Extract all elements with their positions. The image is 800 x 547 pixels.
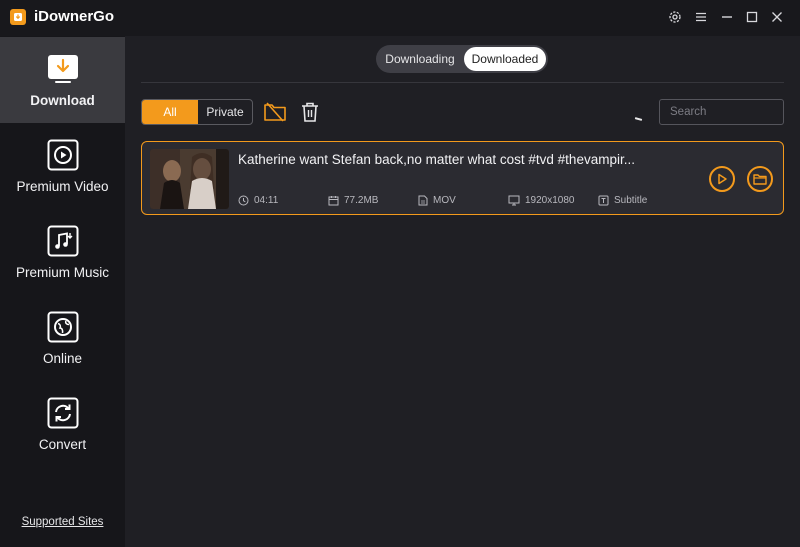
download-status-toggle: Downloading Downloaded (376, 45, 548, 73)
video-thumbnail (150, 149, 229, 209)
sidebar-item-convert[interactable]: Convert (0, 381, 125, 467)
duration-value: 04:11 (254, 195, 279, 206)
play-button[interactable] (709, 166, 735, 192)
folder-icon (753, 174, 767, 185)
filter-all-button[interactable]: All (142, 100, 198, 124)
resolution-value: 1920x1080 (525, 195, 575, 206)
sidebar-item-label: Premium Music (15, 265, 109, 280)
clock-icon (238, 195, 249, 206)
play-icon (47, 139, 79, 171)
sidebar: Download Premium Video Premium Music Onl… (0, 36, 125, 547)
music-icon (47, 225, 79, 257)
trash-icon[interactable] (298, 100, 322, 124)
format-value: MOV (433, 195, 456, 206)
sidebar-item-label: Premium Video (16, 179, 109, 194)
supported-sites-link[interactable]: Supported Sites (0, 516, 125, 528)
divider (141, 82, 784, 83)
sidebar-item-label: Convert (38, 437, 87, 452)
file-icon (418, 195, 428, 206)
monitor-icon (508, 195, 520, 206)
filter-toggle: All Private (141, 99, 253, 125)
sidebar-item-label: Online (42, 351, 83, 366)
refresh-icon (47, 397, 79, 429)
minimize-icon[interactable] (718, 8, 736, 26)
tab-downloaded[interactable]: Downloaded (464, 47, 546, 71)
close-icon[interactable] (768, 8, 786, 26)
format-meta: MOV (418, 195, 456, 206)
subtitle-icon (598, 195, 609, 206)
size-meta: 77.2MB (328, 195, 378, 206)
tab-downloading[interactable]: Downloading (378, 47, 462, 71)
download-title: Katherine want Stefan back,no matter wha… (238, 152, 635, 167)
subtitle-meta: Subtitle (598, 195, 647, 206)
download-item-card[interactable]: Katherine want Stefan back,no matter wha… (141, 141, 784, 215)
title-bar: iDownerGo (0, 0, 800, 36)
menu-icon[interactable] (692, 8, 710, 26)
sidebar-item-premium-video[interactable]: Premium Video (0, 123, 125, 209)
app-logo-icon (10, 9, 26, 25)
sidebar-item-label: Download (30, 93, 95, 108)
resolution-meta: 1920x1080 (508, 195, 575, 206)
duration-meta: 04:11 (238, 195, 278, 206)
size-value: 77.2MB (344, 195, 379, 206)
subtitle-value: Subtitle (614, 195, 648, 206)
calendar-icon (328, 196, 339, 206)
search-input[interactable] (659, 99, 784, 125)
private-folder-icon[interactable] (263, 100, 287, 124)
app-title: iDownerGo (34, 8, 115, 25)
open-folder-button[interactable] (747, 166, 773, 192)
maximize-icon[interactable] (743, 8, 761, 26)
download-icon (47, 53, 79, 85)
play-icon (718, 173, 727, 185)
gear-icon[interactable] (666, 8, 684, 26)
cursor-mark (634, 117, 643, 121)
sidebar-item-download[interactable]: Download (0, 37, 125, 123)
filter-private-button[interactable]: Private (198, 100, 252, 124)
sidebar-item-premium-music[interactable]: Premium Music (0, 209, 125, 295)
globe-icon (47, 311, 79, 343)
sidebar-item-online[interactable]: Online (0, 295, 125, 381)
